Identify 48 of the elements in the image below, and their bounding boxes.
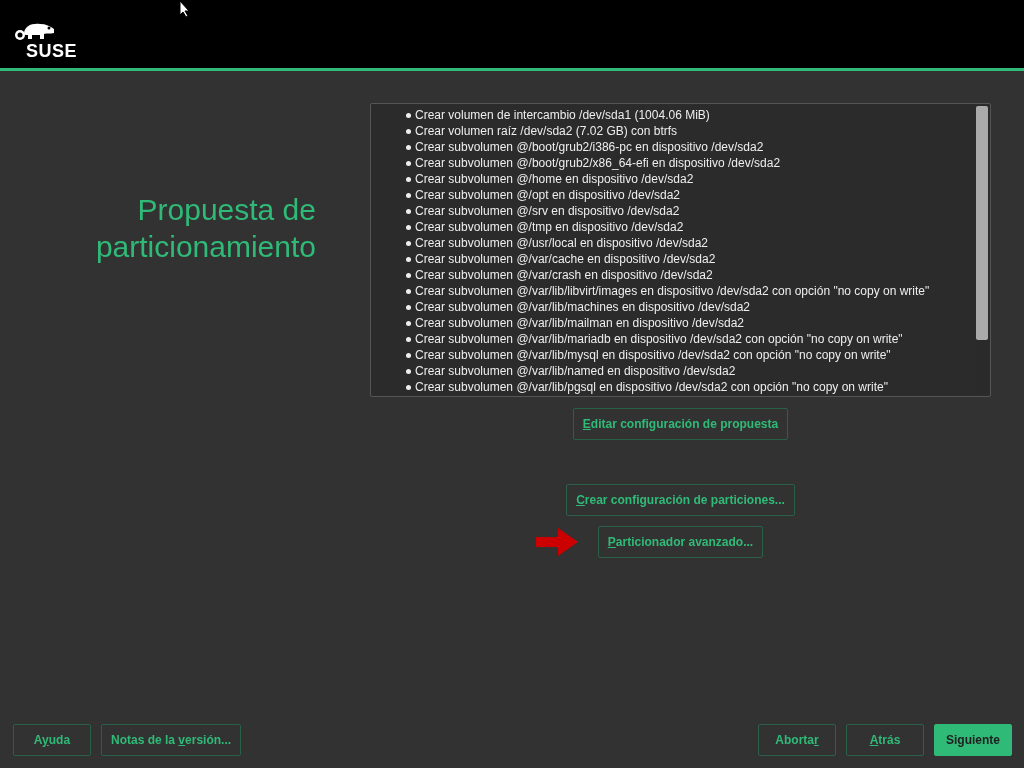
- proposal-item: Crear subvolumen @/home en dispositivo /dev/sda2: [415, 172, 694, 186]
- scrollbar-thumb[interactable]: [976, 106, 988, 340]
- bullet-icon: [406, 272, 411, 278]
- footer-button[interactable]: Abortar: [758, 724, 836, 756]
- bullet-icon: [406, 320, 411, 326]
- proposal-item: Crear subvolumen @/var/lib/mysql en dispositivo /dev/sda2 con opción "no copy on write": [415, 348, 891, 362]
- proposal-item: Crear subvolumen @/var/lib/machines en dispositivo /dev/sda2: [415, 300, 750, 314]
- footer-button[interactable]: Ayuda: [13, 724, 91, 756]
- bullet-icon: [406, 304, 411, 310]
- bullet-icon: [406, 352, 411, 358]
- bullet-icon: [406, 112, 411, 118]
- proposal-item: Crear subvolumen @/boot/grub2/i386-pc en dispositivo /dev/sda2: [415, 140, 764, 154]
- page-title: Propuesta de particionamiento: [94, 192, 316, 265]
- proposal-item: Crear subvolumen @/var/lib/pgsql en dispositivo /dev/sda2 con opción "no copy on write": [415, 380, 888, 394]
- proposal-item: Crear subvolumen @/var/cache en dispositivo /dev/sda2: [415, 252, 716, 266]
- bullet-icon: [406, 384, 411, 390]
- bullet-icon: [406, 208, 411, 214]
- proposal-item: Crear subvolumen @/var/crash en dispositivo /dev/sda2: [415, 268, 713, 282]
- bullet-icon: [406, 160, 411, 166]
- proposal-item: Crear subvolumen @/var/lib/named en dispositivo /dev/sda2: [415, 364, 736, 378]
- proposal-item: Crear subvolumen @/boot/grub2/x86_64-efi en dispositivo /dev/sda2: [415, 156, 781, 170]
- bullet-icon: [406, 368, 411, 374]
- footer-button[interactable]: Siguiente: [934, 724, 1012, 756]
- bullet-icon: [406, 176, 411, 182]
- bullet-icon: [406, 336, 411, 342]
- action-button[interactable]: Particionador avanzado...: [597, 526, 764, 558]
- footer-button[interactable]: Notas de la versión...: [101, 724, 242, 756]
- bullet-icon: [406, 288, 411, 294]
- proposal-item: Crear subvolumen @/var/lib/mailman en dispositivo /dev/sda2: [415, 316, 744, 330]
- bullet-icon: [406, 192, 411, 198]
- proposal-item: Crear subvolumen @/tmp en dispositivo /dev/sda2: [415, 220, 684, 234]
- bullet-icon: [406, 144, 411, 150]
- bullet-icon: [406, 224, 411, 230]
- proposal-item: Crear subvolumen @/var/lib/mariadb en dispositivo /dev/sda2 con opción "no copy on write": [415, 332, 903, 346]
- chameleon-icon: [14, 22, 56, 42]
- proposal-item: Crear volumen raíz /dev/sda2 (7.02 GB) con btrfs: [415, 124, 678, 138]
- action-button[interactable]: Crear configuración de particiones...: [566, 484, 795, 516]
- bullet-icon: [406, 240, 411, 246]
- bullet-icon: [406, 256, 411, 262]
- proposal-item: Crear subvolumen @/opt en dispositivo /dev/sda2: [415, 188, 680, 202]
- proposal-item: Crear volumen de intercambio /dev/sda1 (1004.06 MiB): [415, 108, 710, 122]
- logo: SUSE: [26, 42, 78, 60]
- action-button[interactable]: Editar configuración de propuesta: [572, 408, 789, 440]
- footer-button[interactable]: Atrás: [846, 724, 924, 756]
- bullet-icon: [406, 128, 411, 134]
- proposal-item: Crear subvolumen @/srv en dispositivo /dev/sda2: [415, 204, 680, 218]
- proposal-item: Crear subvolumen @/usr/local en dispositivo /dev/sda2: [415, 236, 708, 250]
- proposal-item: Crear subvolumen @/var/lib/libvirt/images en dispositivo /dev/sda2 con opción "no copy on write": [415, 284, 930, 298]
